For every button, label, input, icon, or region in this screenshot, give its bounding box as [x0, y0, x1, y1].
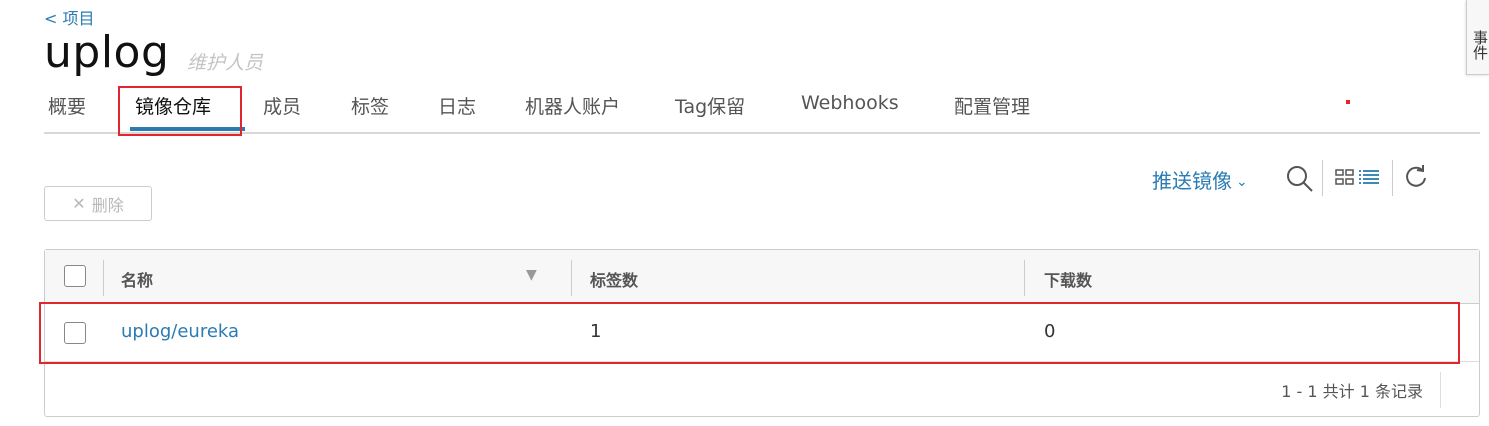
- tab-robot-accounts[interactable]: 机器人账户: [525, 92, 620, 119]
- column-divider[interactable]: [571, 260, 572, 296]
- table-header: 名称 ▼ 标签数 下载数: [45, 250, 1479, 304]
- chevron-down-icon: ⌄: [1236, 174, 1248, 190]
- tab-summary[interactable]: 概要: [48, 92, 86, 119]
- delete-button-label: 删除: [91, 195, 124, 215]
- column-divider[interactable]: [1024, 260, 1025, 296]
- close-icon: ✕: [72, 194, 86, 213]
- filter-icon[interactable]: ▼: [526, 267, 537, 283]
- event-side-tab[interactable]: 事件: [1466, 0, 1489, 75]
- tab-members[interactable]: 成员: [263, 92, 301, 119]
- annotation-dot: [1346, 100, 1350, 104]
- toolbar-divider: [1392, 160, 1393, 196]
- side-tab-label: 事件: [1471, 30, 1489, 60]
- column-header-pulls[interactable]: 下载数: [1044, 267, 1092, 291]
- push-image-label: 推送镜像: [1152, 169, 1232, 193]
- column-divider: [103, 260, 104, 296]
- toolbar-divider: [1322, 160, 1323, 196]
- tab-highlight-box: [118, 86, 242, 136]
- tab-logs[interactable]: 日志: [438, 92, 476, 119]
- column-header-name[interactable]: 名称: [121, 267, 153, 291]
- card-view-icon[interactable]: [1335, 169, 1355, 189]
- pagination-summary: 1 - 1 共计 1 条记录: [1281, 382, 1423, 401]
- select-all-checkbox[interactable]: [64, 265, 86, 287]
- tab-tag-retention[interactable]: Tag保留: [675, 92, 745, 119]
- tab-labels[interactable]: 标签: [351, 92, 389, 119]
- list-view-icon[interactable]: [1358, 169, 1380, 189]
- role-label: 维护人员: [187, 52, 264, 74]
- column-header-tags[interactable]: 标签数: [590, 267, 638, 291]
- push-image-dropdown[interactable]: 推送镜像 ⌄: [1152, 165, 1248, 194]
- tab-configuration[interactable]: 配置管理: [954, 92, 1030, 119]
- footer-divider: [1440, 372, 1441, 408]
- project-tabs: 概要 镜像仓库 成员 标签 日志 机器人账户 Tag保留 Webhooks 配置…: [44, 88, 1480, 134]
- delete-button[interactable]: ✕ 删除: [44, 186, 152, 221]
- page-title: uplog: [44, 27, 170, 78]
- tab-webhooks[interactable]: Webhooks: [801, 92, 899, 114]
- row-highlight-box: [39, 302, 1460, 364]
- refresh-icon[interactable]: [1403, 165, 1429, 195]
- search-icon[interactable]: [1285, 164, 1315, 198]
